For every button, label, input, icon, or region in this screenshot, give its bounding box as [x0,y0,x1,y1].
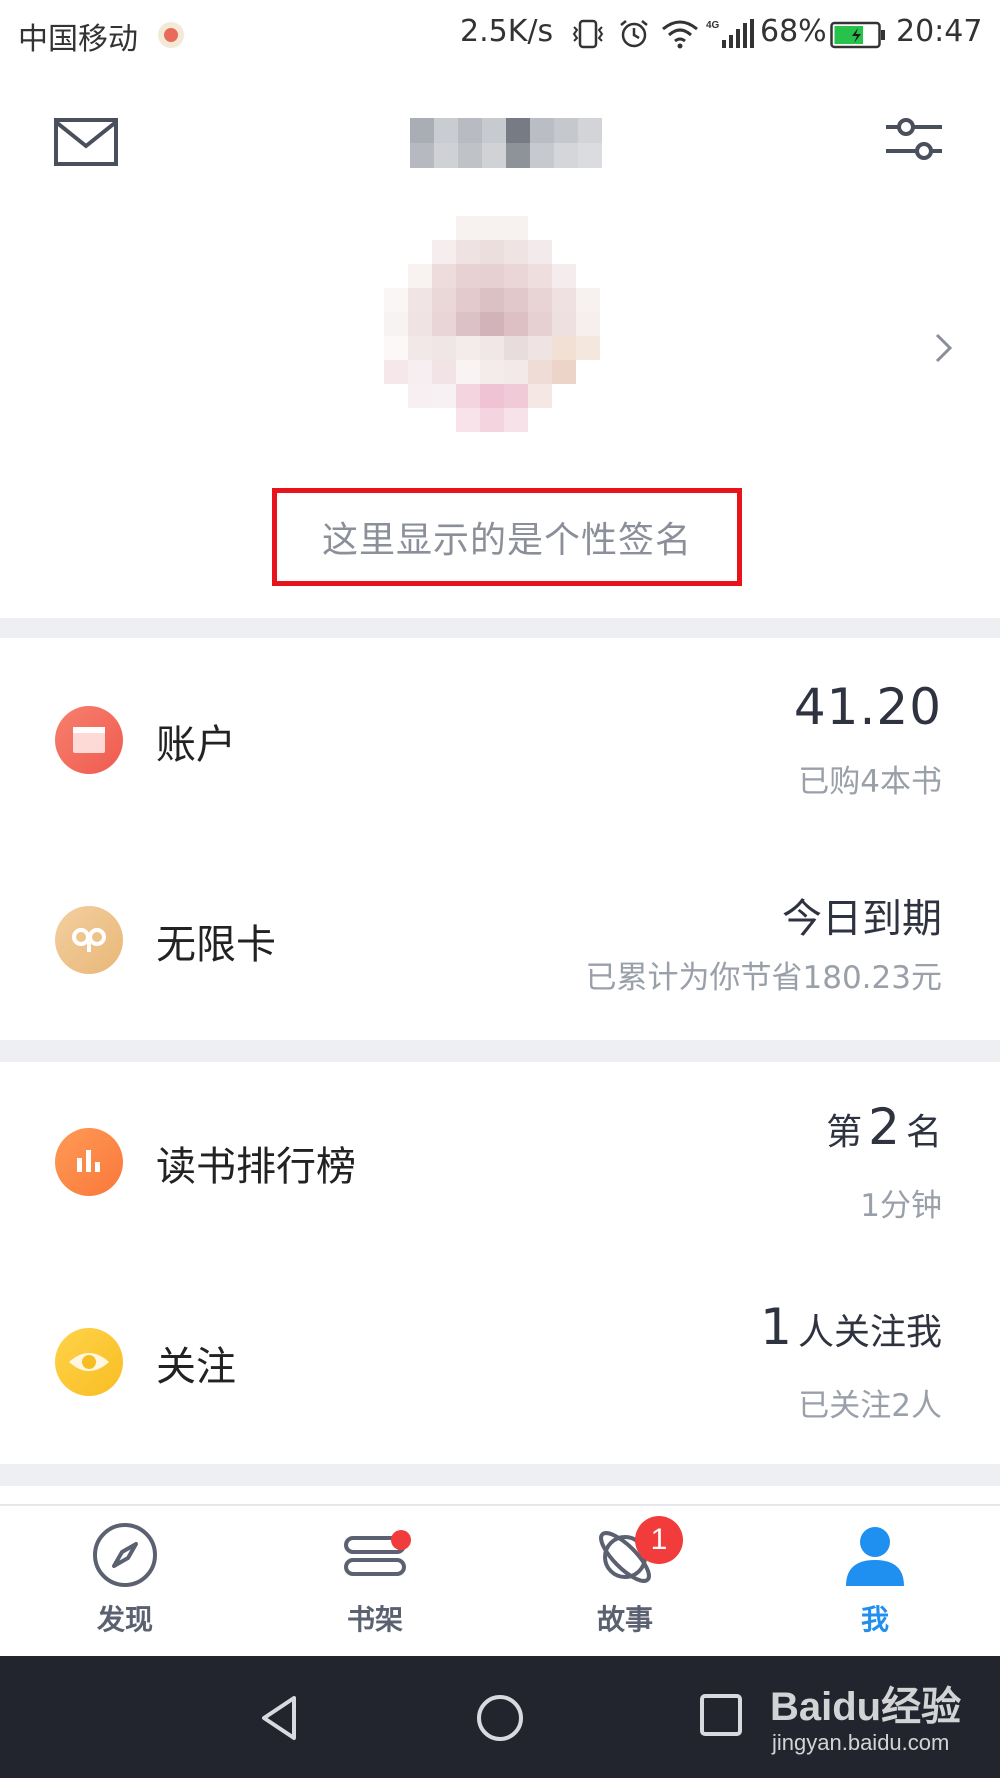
followers-count: 1 [760,1298,792,1356]
watermark-url: jingyan.baidu.com [772,1730,950,1755]
app-notification-icon [158,22,184,48]
tab-story[interactable]: 1 故事 [555,1516,695,1656]
signature-highlight: 这里显示的是个性签名 [272,488,742,586]
purchased-books-count: 已购4本书 [798,764,942,800]
bar-chart-icon [55,1128,123,1196]
wallet-icon [55,706,123,774]
tab-me-label: 我 [860,1603,889,1636]
section-divider [0,1464,1000,1486]
username-mosaic [410,118,602,168]
tab-me[interactable]: 我 [805,1520,945,1656]
carrier-name: 中国移动 [18,22,138,57]
tab-bookshelf-label: 书架 [346,1603,403,1636]
infinity-icon [55,906,123,974]
watermark-brand: Baidu经验 [770,1685,962,1729]
tab-bookshelf[interactable]: 书架 [305,1520,445,1656]
network-speed: 2.5K/s [460,14,554,49]
rank-position: 第2名 [826,1098,942,1156]
tab-discover[interactable]: 发现 [55,1520,195,1656]
tab-discover-label: 发现 [96,1603,153,1636]
eye-icon [55,1328,123,1396]
avatar[interactable] [384,216,624,456]
story-badge: 1 [635,1516,683,1564]
rank-suffix: 名 [905,1112,942,1153]
compass-icon [93,1523,157,1587]
notification-dot [391,1530,411,1550]
card-savings: 已累计为你节省180.23元 [585,960,942,996]
system-navigation-bar: Baidu经验 jingyan.baidu.com [0,1656,1000,1778]
clock: 20:47 [896,14,983,49]
card-expiry: 今日到期 [782,896,942,942]
status-bar: 中国移动 2.5K/s 4G 68% 20:47 [0,0,1000,70]
unlimited-card-label: 无限卡 [156,922,276,968]
follow-row[interactable]: 关注 1 人关注我 已关注2人 [0,1284,1000,1464]
reading-time: 1分钟 [860,1188,942,1224]
section-divider [0,1040,1000,1062]
home-icon[interactable] [474,1692,526,1744]
back-icon[interactable] [254,1692,306,1744]
unlimited-card-row[interactable]: 无限卡 今日到期 已累计为你节省180.23元 [0,860,1000,1040]
recent-apps-icon[interactable] [698,1692,744,1738]
account-balance: 41.20 [793,678,942,736]
follow-label: 关注 [156,1344,236,1390]
profile-signature[interactable]: 这里显示的是个性签名 [322,511,692,563]
reading-rank-row[interactable]: 读书排行榜 第2名 1分钟 [0,1084,1000,1264]
svg-text:4G: 4G [706,20,720,31]
account-row[interactable]: 账户 41.20 已购4本书 [0,660,1000,840]
person-icon [846,1527,904,1586]
wifi-icon [662,20,698,49]
signal-4g-icon: 4G [706,19,754,48]
settings-sliders-icon[interactable] [884,115,944,165]
rank-number: 2 [868,1098,900,1156]
battery-percent: 68% [760,14,827,49]
alarm-icon [620,20,648,48]
baidu-watermark: Baidu经验 jingyan.baidu.com [760,1674,1000,1764]
mail-icon[interactable] [54,118,118,166]
account-label: 账户 [156,722,236,768]
following-count: 已关注2人 [798,1388,942,1424]
vibrate-icon [572,19,604,49]
tab-story-label: 故事 [596,1603,653,1636]
section-divider [0,618,1000,638]
battery-icon [830,21,885,49]
followers-summary: 1 人关注我 [754,1298,942,1356]
followers-suffix: 人关注我 [797,1312,942,1353]
rank-prefix: 第 [826,1112,863,1153]
reading-rank-label: 读书排行榜 [156,1144,356,1190]
chevron-right-icon[interactable] [932,330,956,366]
bottom-tab-bar: 发现 书架 1 故事 我 [0,1504,1000,1658]
